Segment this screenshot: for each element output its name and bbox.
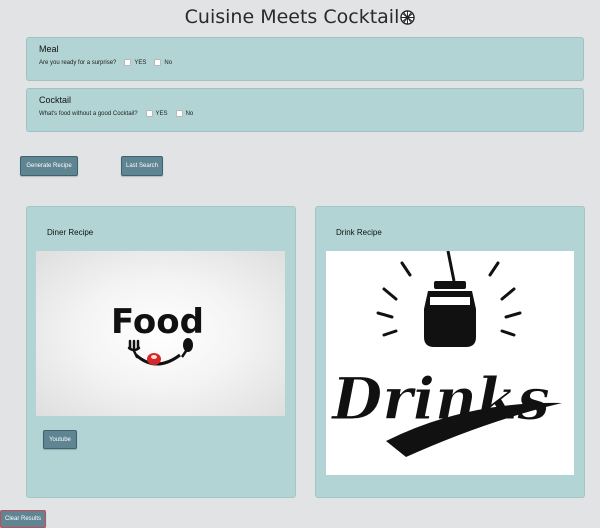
meal-question: Are you ready for a surprise? (39, 59, 117, 66)
cocktail-question-row: What's food without a good Cocktail? YES… (39, 110, 193, 117)
meal-heading: Meal (39, 44, 59, 54)
globe-icon (400, 8, 416, 30)
drinks-logo-image: Drinks (326, 250, 574, 475)
cocktail-no-checkbox[interactable] (175, 110, 183, 117)
cocktail-yes-label: YES (155, 110, 168, 117)
youtube-button[interactable]: Youtube (43, 430, 77, 449)
last-search-button[interactable]: Last Search (121, 156, 163, 176)
page-title: Cuisine Meets Cocktail (0, 6, 600, 30)
meal-yes-label: YES (134, 59, 147, 66)
cocktail-heading: Cocktail (39, 95, 72, 105)
meal-yes-checkbox[interactable] (124, 59, 132, 66)
food-logo-image: Food (36, 251, 285, 416)
food-logo-text: Food (111, 302, 204, 342)
cocktail-yes-checkbox[interactable] (145, 110, 153, 117)
generate-recipe-button[interactable]: Generate Recipe (20, 156, 78, 176)
cocktail-question: What's food without a good Cocktail? (39, 110, 138, 117)
cocktail-panel: Cocktail What's food without a good Cock… (26, 88, 584, 132)
drink-recipe-heading: Drink Recipe (336, 228, 382, 237)
meal-question-row: Are you ready for a surprise? YES No (39, 59, 172, 66)
page-title-text: Cuisine Meets Cocktail (184, 6, 400, 28)
cocktail-no-label: No (185, 110, 194, 117)
diner-recipe-heading: Diner Recipe (47, 228, 94, 237)
meal-panel: Meal Are you ready for a surprise? YES N… (26, 37, 584, 81)
meal-no-checkbox[interactable] (154, 59, 162, 66)
meal-no-label: No (164, 59, 173, 66)
clear-results-button[interactable]: Clear Results (0, 510, 46, 528)
